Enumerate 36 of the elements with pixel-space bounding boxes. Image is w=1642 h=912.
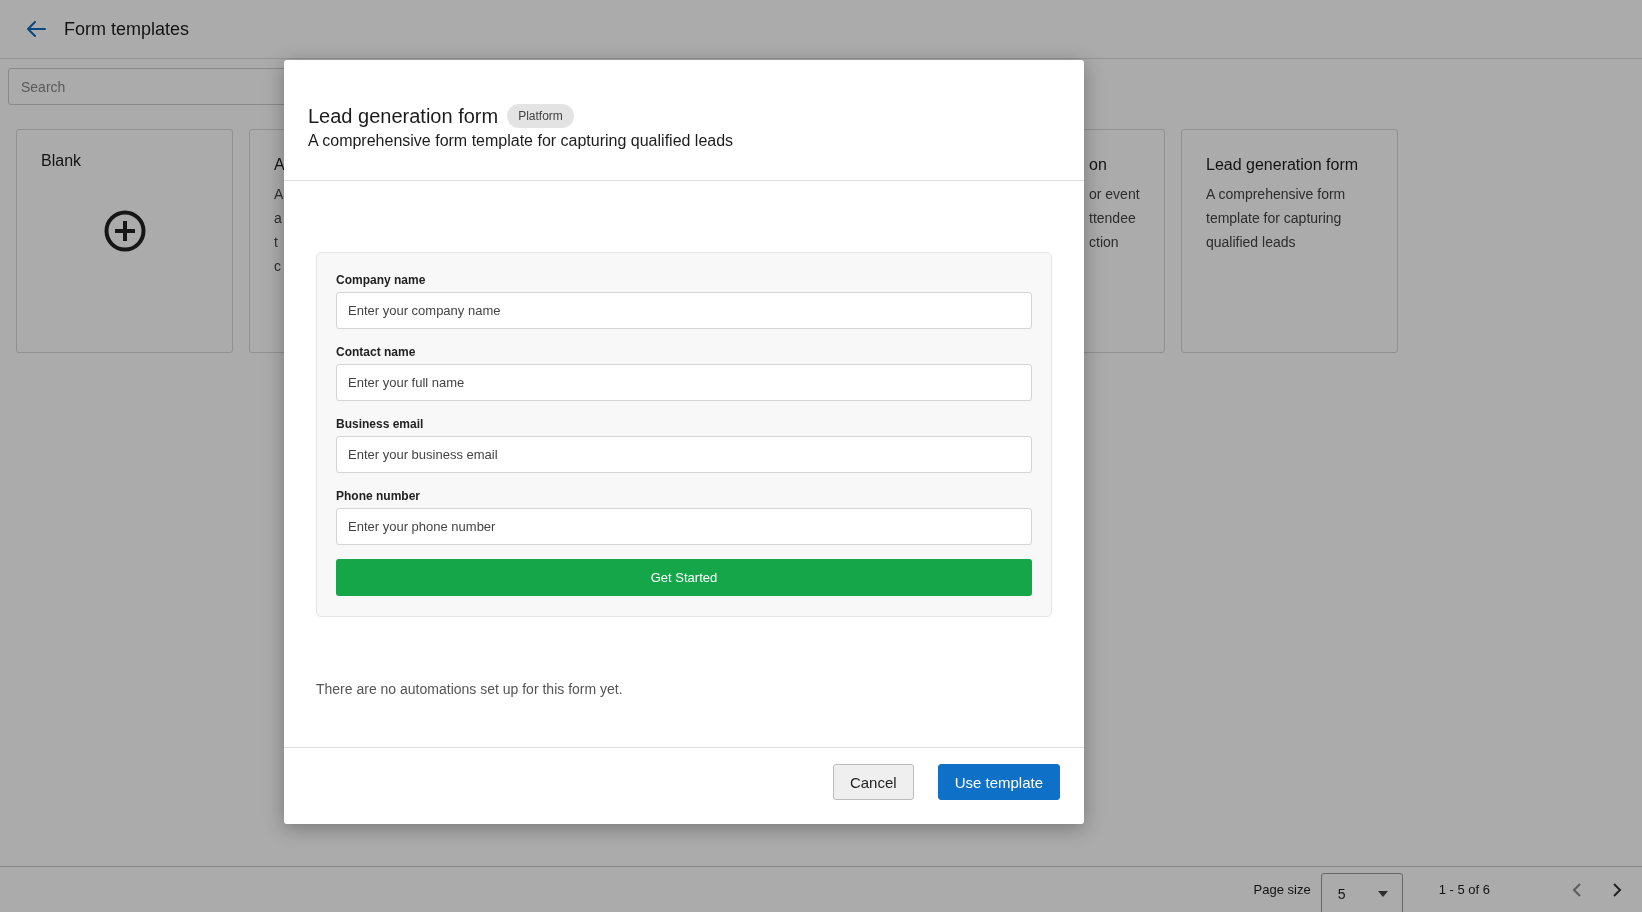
caret-icon bbox=[1377, 890, 1388, 897]
template-card[interactable]: Lead generation form A comprehensive form template for capturing qualified leads bbox=[1181, 129, 1398, 353]
platform-badge: Platform bbox=[507, 104, 574, 128]
field-label: Business email bbox=[336, 417, 425, 431]
dialog-description: A comprehensive form template for capturing qualified leads bbox=[308, 132, 734, 150]
card-title: on bbox=[1089, 156, 1107, 174]
card-title: Lead generation form bbox=[1206, 156, 1359, 174]
card-title: A bbox=[274, 156, 285, 174]
page-range: 1 - 5 of 6 bbox=[1438, 882, 1490, 897]
chevron-right-icon[interactable] bbox=[1612, 882, 1622, 897]
use-template-button[interactable]: Use template bbox=[937, 764, 1060, 800]
back-arrow-icon[interactable] bbox=[26, 21, 46, 37]
page-size-select[interactable]: 5 bbox=[1320, 872, 1403, 912]
card-description: a bbox=[274, 209, 282, 228]
card-description: A comprehensive form template for capturing qualified leads bbox=[1206, 185, 1347, 252]
card-description: ttendee bbox=[1089, 209, 1136, 228]
page-title: Form templates bbox=[64, 18, 190, 40]
card-description: t bbox=[274, 233, 278, 252]
input-field[interactable]: Enter your phone number bbox=[336, 508, 1032, 545]
field-label: Company name bbox=[336, 273, 427, 287]
field-label: Phone number bbox=[336, 489, 421, 503]
input-field[interactable]: Enter your company name bbox=[336, 292, 1032, 329]
input-field[interactable]: Enter your full name bbox=[336, 364, 1032, 401]
page-size-label: Page size bbox=[1253, 882, 1311, 897]
card-description: c bbox=[274, 257, 281, 276]
plus-circle-icon bbox=[103, 210, 146, 252]
cancel-button[interactable]: Cancel bbox=[832, 764, 914, 800]
automations-note: There are no automations set up for this form yet. bbox=[316, 681, 624, 699]
card-title: Blank bbox=[41, 152, 82, 170]
dialog-title: Lead generation form bbox=[308, 104, 499, 128]
field-label: Contact name bbox=[336, 345, 417, 359]
card-description: ction bbox=[1089, 233, 1119, 252]
card-description: A bbox=[274, 185, 284, 204]
input-field[interactable]: Enter your business email bbox=[336, 436, 1032, 473]
blank-template-card[interactable]: Blank bbox=[16, 129, 233, 353]
card-description: or event bbox=[1089, 185, 1140, 204]
